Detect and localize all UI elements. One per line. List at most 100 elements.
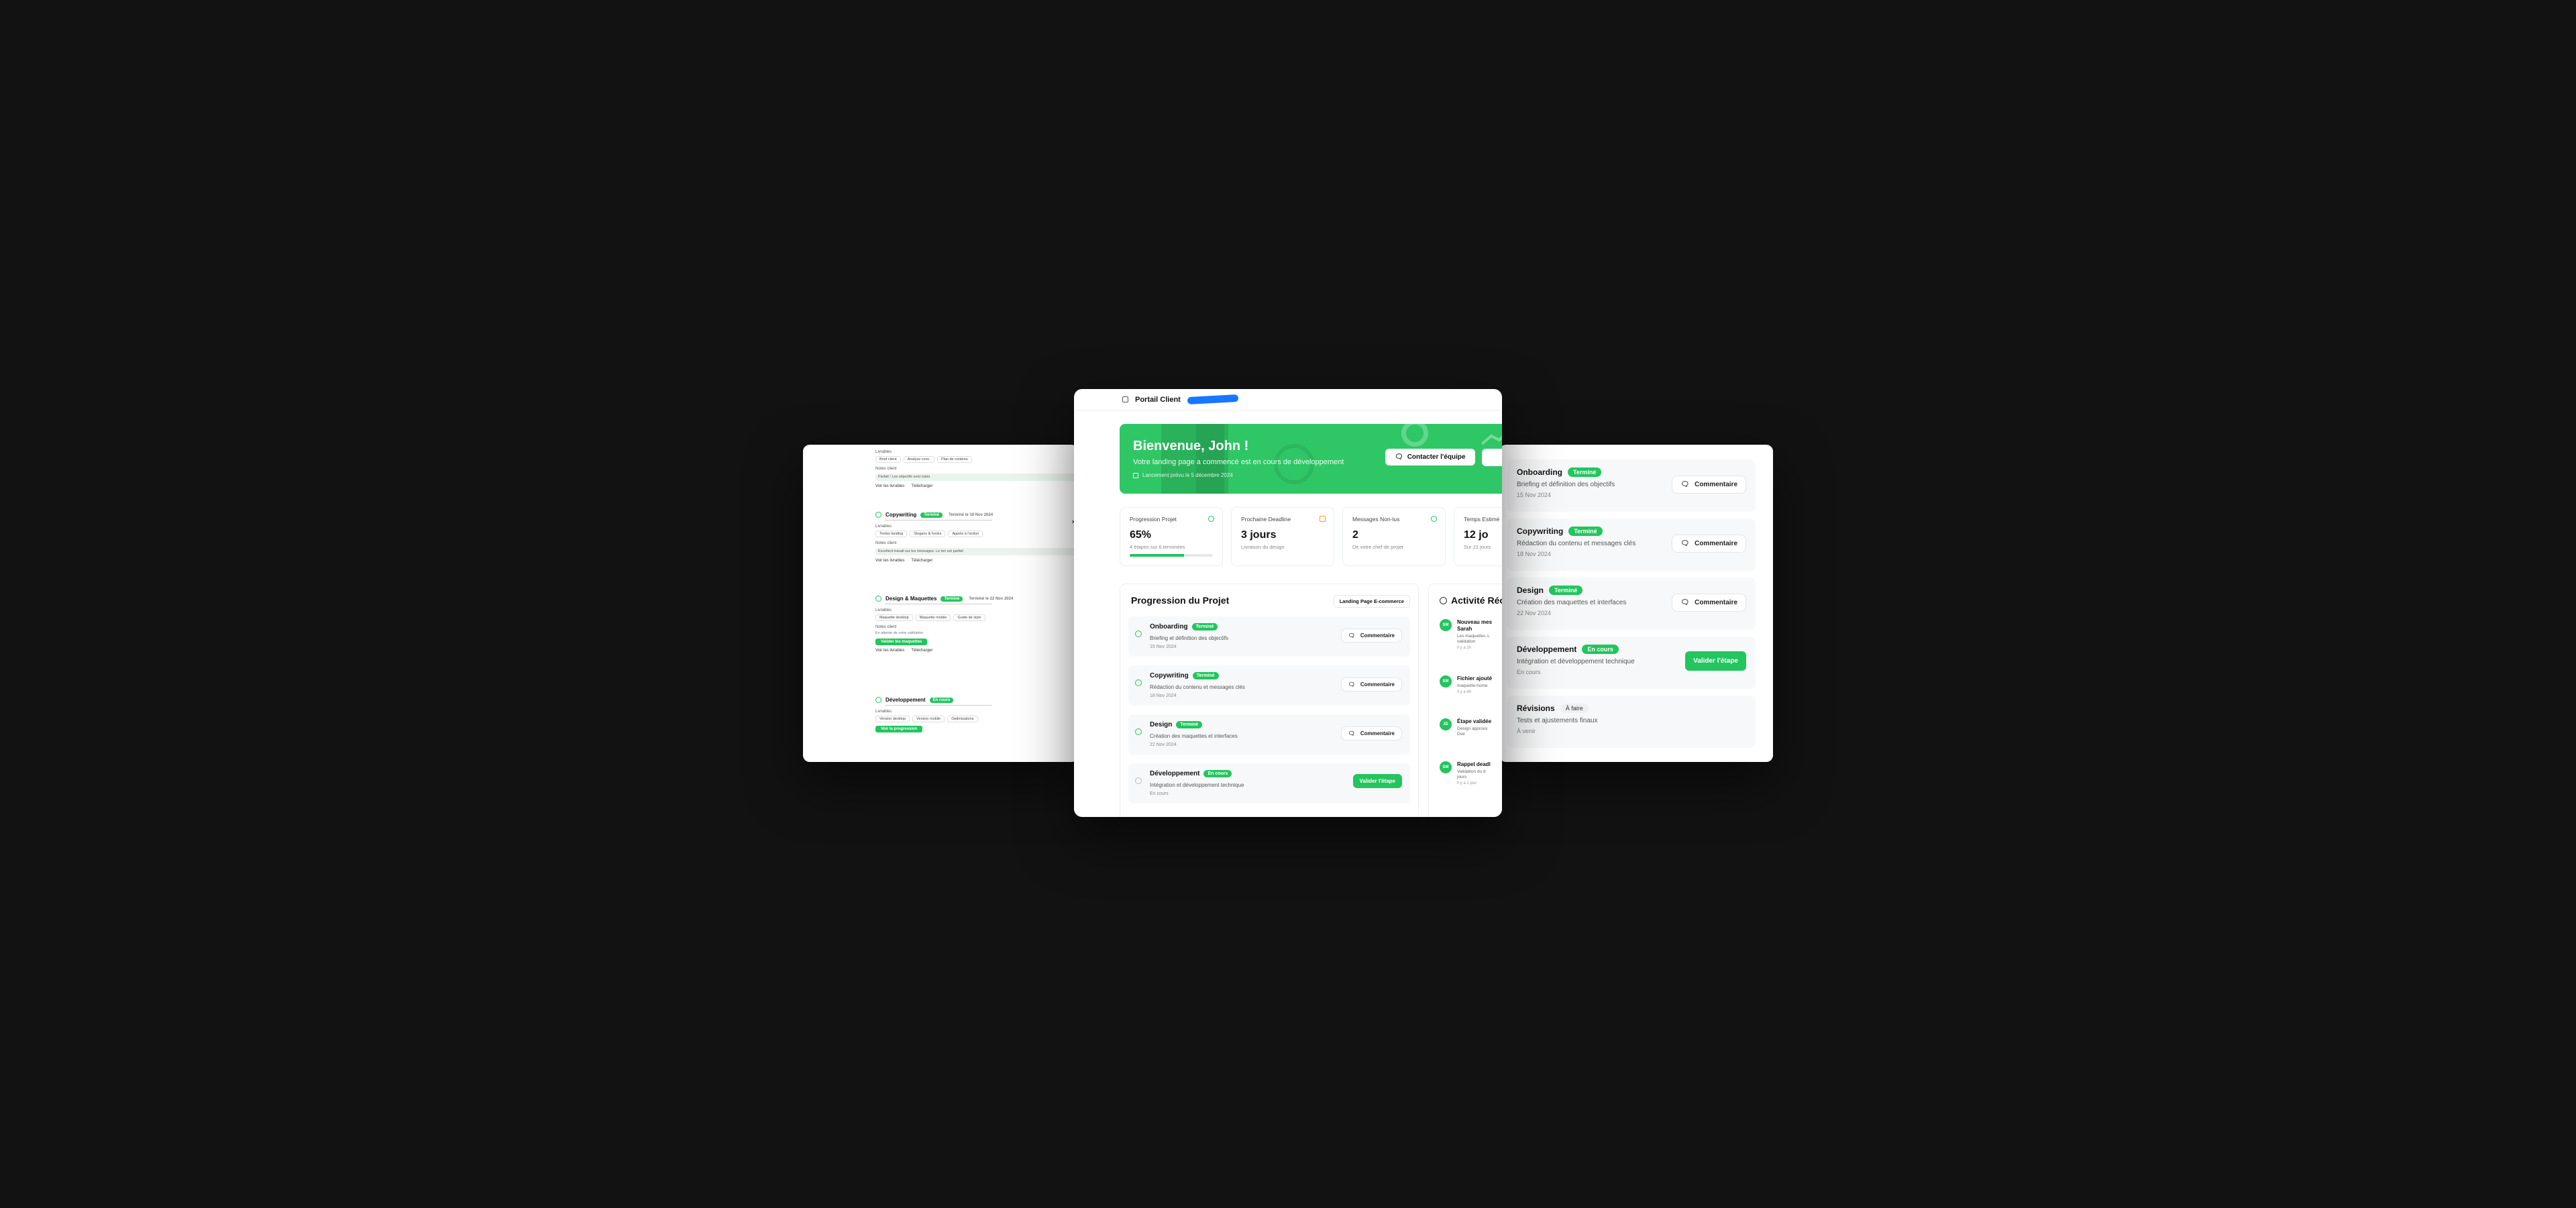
status-badge: En cours bbox=[1582, 645, 1619, 654]
comment-button[interactable]: 🗨︎ Commentaire bbox=[1672, 535, 1746, 553]
deliverable-chip[interactable]: Appels à l'action bbox=[948, 531, 983, 537]
comment-button[interactable]: 🗨︎ Commentaire bbox=[1340, 726, 1402, 740]
step-card: Copywriting Terminé Rédaction du contenu… bbox=[1507, 518, 1756, 571]
clock-icon bbox=[1440, 596, 1447, 604]
calendar-icon bbox=[1133, 472, 1138, 478]
step-card: Révisions À faire Tests et ajustements f… bbox=[1507, 696, 1756, 748]
check-circle-icon bbox=[1135, 679, 1142, 686]
sidebar-toggle-icon[interactable] bbox=[1122, 396, 1128, 402]
deliverable-chip[interactable]: Version desktop bbox=[875, 716, 910, 722]
detail-section-copywriting: Copywriting Terminé Terminé le 18 Nov 20… bbox=[875, 512, 1077, 563]
stat-card-time: Temps Estimé 12 jo Sur 21 jours bbox=[1454, 507, 1502, 566]
step-row: Copywriting Terminé Rédaction du contenu … bbox=[1128, 665, 1410, 706]
avatar: SM bbox=[1440, 619, 1452, 631]
comment-button[interactable]: 🗨︎ Commentaire bbox=[1672, 476, 1746, 494]
message-icon: 🗨︎ bbox=[1395, 453, 1403, 461]
avatar: SM bbox=[1440, 761, 1452, 773]
check-circle-icon bbox=[1135, 630, 1142, 637]
client-note: Parfait ! Les objectifs sont clairs bbox=[875, 474, 1077, 481]
app-title: Portail Client bbox=[1135, 395, 1181, 404]
deliverable-chip[interactable]: Version mobile bbox=[912, 716, 945, 722]
message-icon: 🗨︎ bbox=[1348, 730, 1355, 736]
secondary-button[interactable] bbox=[1482, 449, 1502, 466]
detail-section-onboarding: Livrables Brief client Analyse conc. Pla… bbox=[875, 446, 1077, 488]
detail-section-design: Design & Maquettes Terminé Terminé le 22… bbox=[875, 596, 1077, 653]
stat-card-messages: Messages Non-lus 2 De votre chef de proj… bbox=[1342, 507, 1446, 566]
trend-decoration bbox=[1482, 434, 1502, 445]
contact-team-button[interactable]: 🗨︎ Contacter l'équipe bbox=[1385, 449, 1475, 465]
project-progress-card: Progression du Projet Landing Page E-com… bbox=[1120, 584, 1419, 817]
stat-card-progress: Progression Projet 65% 4 étapes sur 6 te… bbox=[1120, 507, 1223, 566]
progress-bar bbox=[1130, 554, 1213, 557]
message-icon: 🗨︎ bbox=[1348, 633, 1355, 639]
step-card: Onboarding Terminé Briefing et définitio… bbox=[1507, 459, 1756, 512]
client-portal-window: Portail Client Bienvenue, John ! Votre l… bbox=[1074, 389, 1502, 817]
download-button[interactable]: Télécharger bbox=[911, 649, 932, 653]
left-detail-panel: × Livrables Brief client Analyse conc. P… bbox=[803, 445, 1078, 762]
target-icon bbox=[1208, 516, 1214, 522]
download-button[interactable]: Télécharger bbox=[911, 484, 932, 488]
deliverable-chip[interactable]: Maquette mobile bbox=[915, 614, 951, 621]
validate-mockups-button[interactable]: Valider les maquettes bbox=[875, 639, 928, 645]
welcome-banner: Bienvenue, John ! Votre landing page a c… bbox=[1120, 424, 1502, 494]
status-badge: En cours bbox=[929, 697, 954, 703]
step-row: Design Terminé Création des maquettes et … bbox=[1128, 714, 1410, 755]
alert-icon bbox=[1320, 516, 1326, 522]
comment-button[interactable]: 🗨︎ Commentaire bbox=[1672, 594, 1746, 612]
validate-step-button[interactable]: Valider l'étape bbox=[1685, 651, 1746, 671]
deliverable-chip[interactable]: Optimisations bbox=[947, 716, 978, 722]
check-circle-icon bbox=[875, 596, 881, 602]
deliverable-chip[interactable]: Brief client bbox=[875, 456, 901, 463]
status-badge: Terminé bbox=[1568, 468, 1602, 477]
message-icon: 🗨︎ bbox=[1680, 599, 1690, 606]
comment-button[interactable]: 🗨︎ Commentaire bbox=[1340, 628, 1402, 643]
top-bar: Portail Client bbox=[1074, 389, 1502, 410]
right-steps-panel: Onboarding Terminé Briefing et définitio… bbox=[1499, 445, 1773, 762]
view-deliverables-button[interactable]: Voir les livrables bbox=[875, 559, 904, 563]
status-badge: Terminé bbox=[941, 596, 963, 602]
status-badge: Terminé bbox=[1191, 623, 1218, 630]
project-select[interactable]: Landing Page E-commerce bbox=[1333, 595, 1410, 608]
status-badge: Terminé bbox=[1549, 586, 1583, 595]
welcome-subtitle: Votre landing page a commencé est en cou… bbox=[1133, 458, 1344, 466]
status-badge: Terminé bbox=[920, 512, 943, 518]
launch-date: Lancement prévu le 5 décembre 2024 bbox=[1133, 472, 1233, 478]
clock-circle-icon bbox=[1135, 777, 1142, 784]
avatar: JD bbox=[1440, 718, 1452, 730]
status-badge: À faire bbox=[1560, 704, 1589, 713]
client-note: En attente de votre validation bbox=[875, 631, 924, 635]
step-card: Développement En cours Intégration et dé… bbox=[1507, 637, 1756, 689]
welcome-title: Bienvenue, John ! bbox=[1133, 439, 1249, 453]
view-deliverables-button[interactable]: Voir les livrables bbox=[875, 649, 904, 653]
deliverable-chip[interactable]: Analyse conc. bbox=[903, 456, 934, 463]
view-progress-button[interactable]: Voir la progression bbox=[875, 726, 923, 732]
avatar: SM bbox=[1440, 675, 1452, 688]
comment-button[interactable]: 🗨︎ Commentaire bbox=[1340, 677, 1402, 692]
recent-activity-card: Activité Réc SM Nouveau mes Sarah Les maq… bbox=[1428, 584, 1502, 817]
validate-step-button[interactable]: Valider l'étape bbox=[1352, 774, 1402, 788]
check-circle-icon bbox=[875, 512, 881, 518]
client-note: Excellent travail sur les messages. Le t… bbox=[875, 548, 1077, 555]
deliverable-chip[interactable]: Slogans & hooks bbox=[910, 531, 946, 537]
section-title: Progression du Projet bbox=[1131, 595, 1230, 606]
step-row: Développement En cours Intégration et dév… bbox=[1128, 763, 1410, 804]
message-icon: 🗨︎ bbox=[1680, 540, 1690, 547]
step-card: Design Terminé Création des maquettes et… bbox=[1507, 578, 1756, 630]
deliverable-chip[interactable]: Maquette desktop bbox=[875, 614, 913, 621]
clock-circle-icon bbox=[875, 697, 881, 703]
status-badge: En cours bbox=[1203, 770, 1232, 777]
detail-section-development: Développement En cours Livrables Version… bbox=[875, 697, 1077, 732]
deliverable-chip[interactable]: Guide de style bbox=[953, 614, 985, 621]
message-icon: 🗨︎ bbox=[1348, 681, 1355, 688]
deliverable-chip[interactable]: Plan de contenu bbox=[936, 456, 972, 463]
status-badge: Terminé bbox=[1568, 527, 1603, 536]
redacted-name bbox=[1187, 394, 1239, 404]
view-deliverables-button[interactable]: Voir les livrables bbox=[875, 484, 904, 488]
status-badge: Terminé bbox=[1192, 672, 1219, 679]
status-badge: Terminé bbox=[1176, 721, 1203, 728]
step-row: Onboarding Terminé Briefing et définition… bbox=[1128, 616, 1410, 657]
download-button[interactable]: Télécharger bbox=[911, 559, 932, 563]
deliverable-chip[interactable]: Textes landing bbox=[875, 531, 908, 537]
progress-fill bbox=[1130, 554, 1184, 557]
stat-card-deadline: Prochaine Deadline 3 jours Livraison du … bbox=[1231, 507, 1334, 566]
